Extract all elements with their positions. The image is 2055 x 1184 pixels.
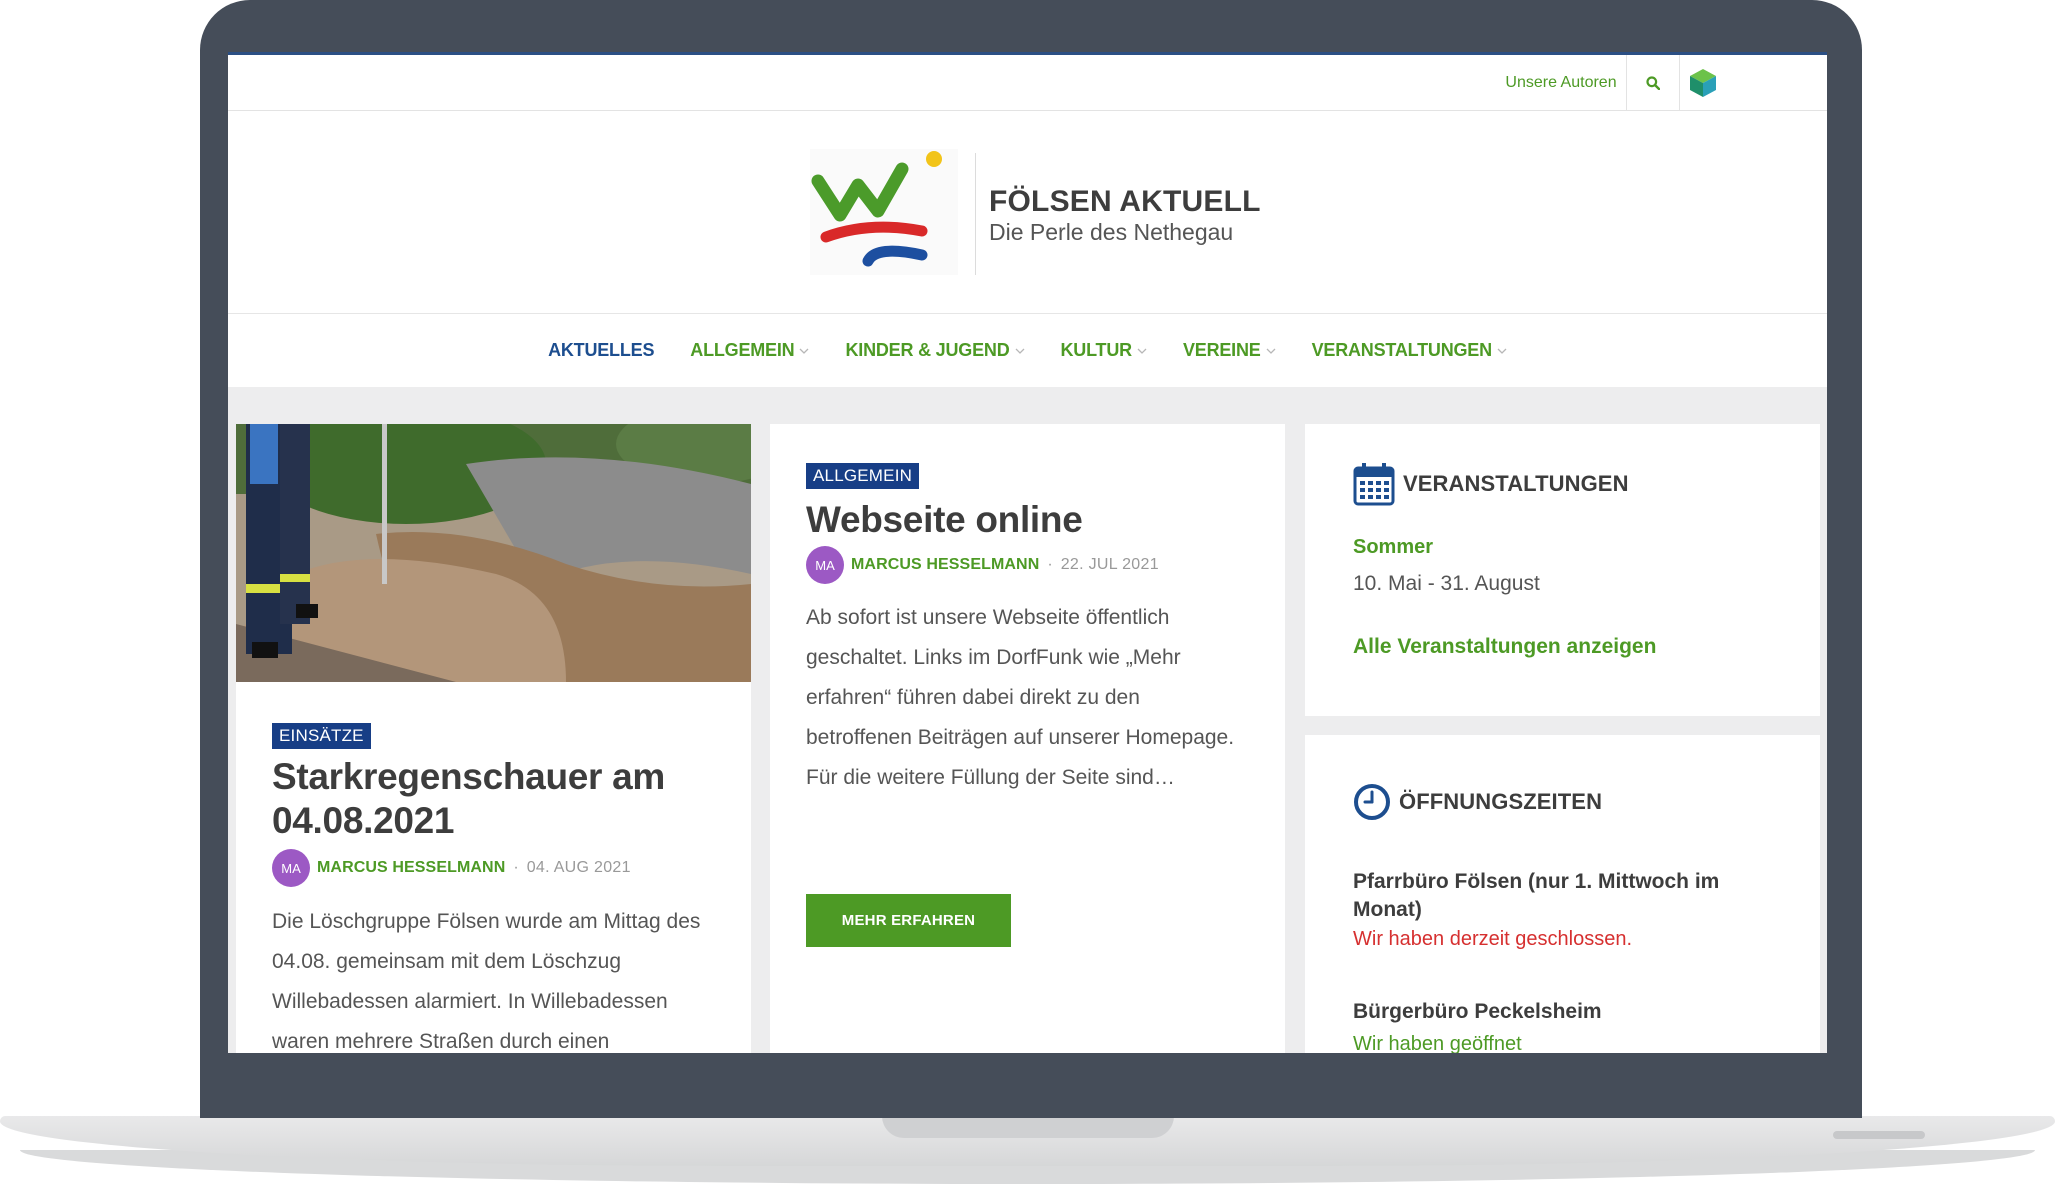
nav-item-vereine[interactable]: VEREINE [1183, 340, 1276, 361]
office-status-open: Wir haben geöffnet [1353, 1033, 1522, 1053]
category-badge[interactable]: EINSÄTZE [272, 723, 371, 749]
post-title[interactable]: Starkregenschauer am 04.08.2021 [272, 755, 712, 843]
site-logo-icon[interactable] [810, 149, 958, 275]
nav-item-label: KULTUR [1060, 340, 1133, 360]
calendar-icon [1353, 463, 1395, 506]
nav-item-label: KINDER & JUGEND [845, 340, 1010, 360]
chevron-down-icon [800, 348, 809, 354]
nav-item-label: AKTUELLES [548, 340, 655, 360]
laptop-notch [882, 1116, 1174, 1138]
chevron-down-icon [1015, 348, 1024, 354]
clock-icon [1354, 784, 1390, 820]
logo-divider [975, 153, 976, 275]
post-date: 22. JUL 2021 [1060, 556, 1159, 573]
office-status-closed: Wir haben derzeit geschlossen. [1353, 928, 1633, 950]
meta-separator: · [513, 859, 519, 876]
widget-title: ÖFFNUNGSZEITEN [1399, 789, 1603, 814]
event-dates: 10. Mai - 31. August [1353, 572, 1540, 595]
opening-hours-widget: ÖFFNUNGSZEITEN Pfarrbüro Fölsen (nur 1. … [1305, 735, 1820, 1053]
nav-item-kultur[interactable]: KULTUR [1061, 340, 1147, 361]
cube-icon[interactable] [1688, 67, 1718, 99]
chevron-down-icon [1266, 348, 1276, 354]
category-badge[interactable]: ALLGEMEIN [806, 463, 920, 489]
main-nav: AKTUELLES ALLGEMEIN KINDER & JUGEND KULT… [228, 314, 1827, 387]
nav-item-label: VERANSTALTUNGEN [1311, 340, 1493, 360]
office-name: Pfarrbüro Fölsen (nur 1. Mittwoch im Mon… [1353, 870, 1720, 921]
meta-separator: · [1047, 556, 1053, 573]
nav-item-allgemein[interactable]: ALLGEMEIN [690, 340, 809, 361]
post-meta: MA MARCUS HESSELMANN · 22. JUL 2021 [806, 546, 1159, 584]
site-title[interactable]: FÖLSEN AKTUELL [989, 185, 1261, 219]
site-header: FÖLSEN AKTUELL Die Perle des Nethegau [228, 111, 1827, 314]
post-title[interactable]: Webseite online [806, 498, 1246, 542]
author-link[interactable]: MARCUS HESSELMANN [317, 859, 505, 877]
laptop-foot [1833, 1131, 1925, 1139]
post-thumbnail-flood-photo[interactable] [236, 424, 751, 682]
nav-item-kinder-jugend[interactable]: KINDER & JUGEND [845, 340, 1024, 361]
search-button[interactable] [1627, 55, 1680, 110]
post-card: EINSÄTZE Starkregenschauer am 04.08.2021… [236, 424, 751, 1053]
nav-item-label: VEREINE [1182, 340, 1261, 360]
authors-link[interactable]: Unsere Autoren [1496, 55, 1627, 110]
avatar[interactable]: MA [806, 546, 844, 584]
avatar[interactable]: MA [272, 849, 310, 887]
site-tagline: Die Perle des Nethegau [989, 219, 1234, 245]
post-meta: MA MARCUS HESSELMANN · 04. AUG 2021 [272, 849, 631, 887]
author-link[interactable]: MARCUS HESSELMANN [851, 556, 1039, 574]
widget-title: VERANSTALTUNGEN [1403, 471, 1629, 496]
nav-item-aktuelles[interactable]: AKTUELLES [548, 340, 654, 361]
top-bar: Unsere Autoren [228, 55, 1827, 111]
read-more-button[interactable]: MEHR ERFAHREN [806, 894, 1011, 947]
office-name: Bürgerbüro Peckelsheim [1353, 1000, 1602, 1023]
browser-viewport: Unsere Autoren FÖLSEN AKTUELL Die Perle … [228, 52, 1827, 1053]
post-excerpt: Die Löschgruppe Fölsen wurde am Mittag d… [272, 910, 701, 1053]
post-date: 04. AUG 2021 [526, 859, 631, 876]
chevron-down-icon [1497, 348, 1507, 354]
events-widget: VERANSTALTUNGEN Sommer 10. Mai - 31. Aug… [1305, 424, 1820, 716]
all-events-link[interactable]: Alle Veranstaltungen anzeigen [1353, 635, 1656, 659]
widget-header: ÖFFNUNGSZEITEN [1353, 783, 1602, 821]
widget-header: VERANSTALTUNGEN [1353, 462, 1629, 506]
post-excerpt: Ab sofort ist unsere Webseite öffentlich… [806, 606, 1235, 789]
chevron-down-icon [1137, 348, 1147, 354]
nav-item-label: ALLGEMEIN [690, 340, 795, 360]
nav-item-veranstaltungen[interactable]: VERANSTALTUNGEN [1312, 340, 1507, 361]
post-card: ALLGEMEIN Webseite online MA MARCUS HESS… [770, 424, 1285, 1053]
event-name-link[interactable]: Sommer [1353, 536, 1433, 559]
search-icon [1646, 75, 1660, 90]
